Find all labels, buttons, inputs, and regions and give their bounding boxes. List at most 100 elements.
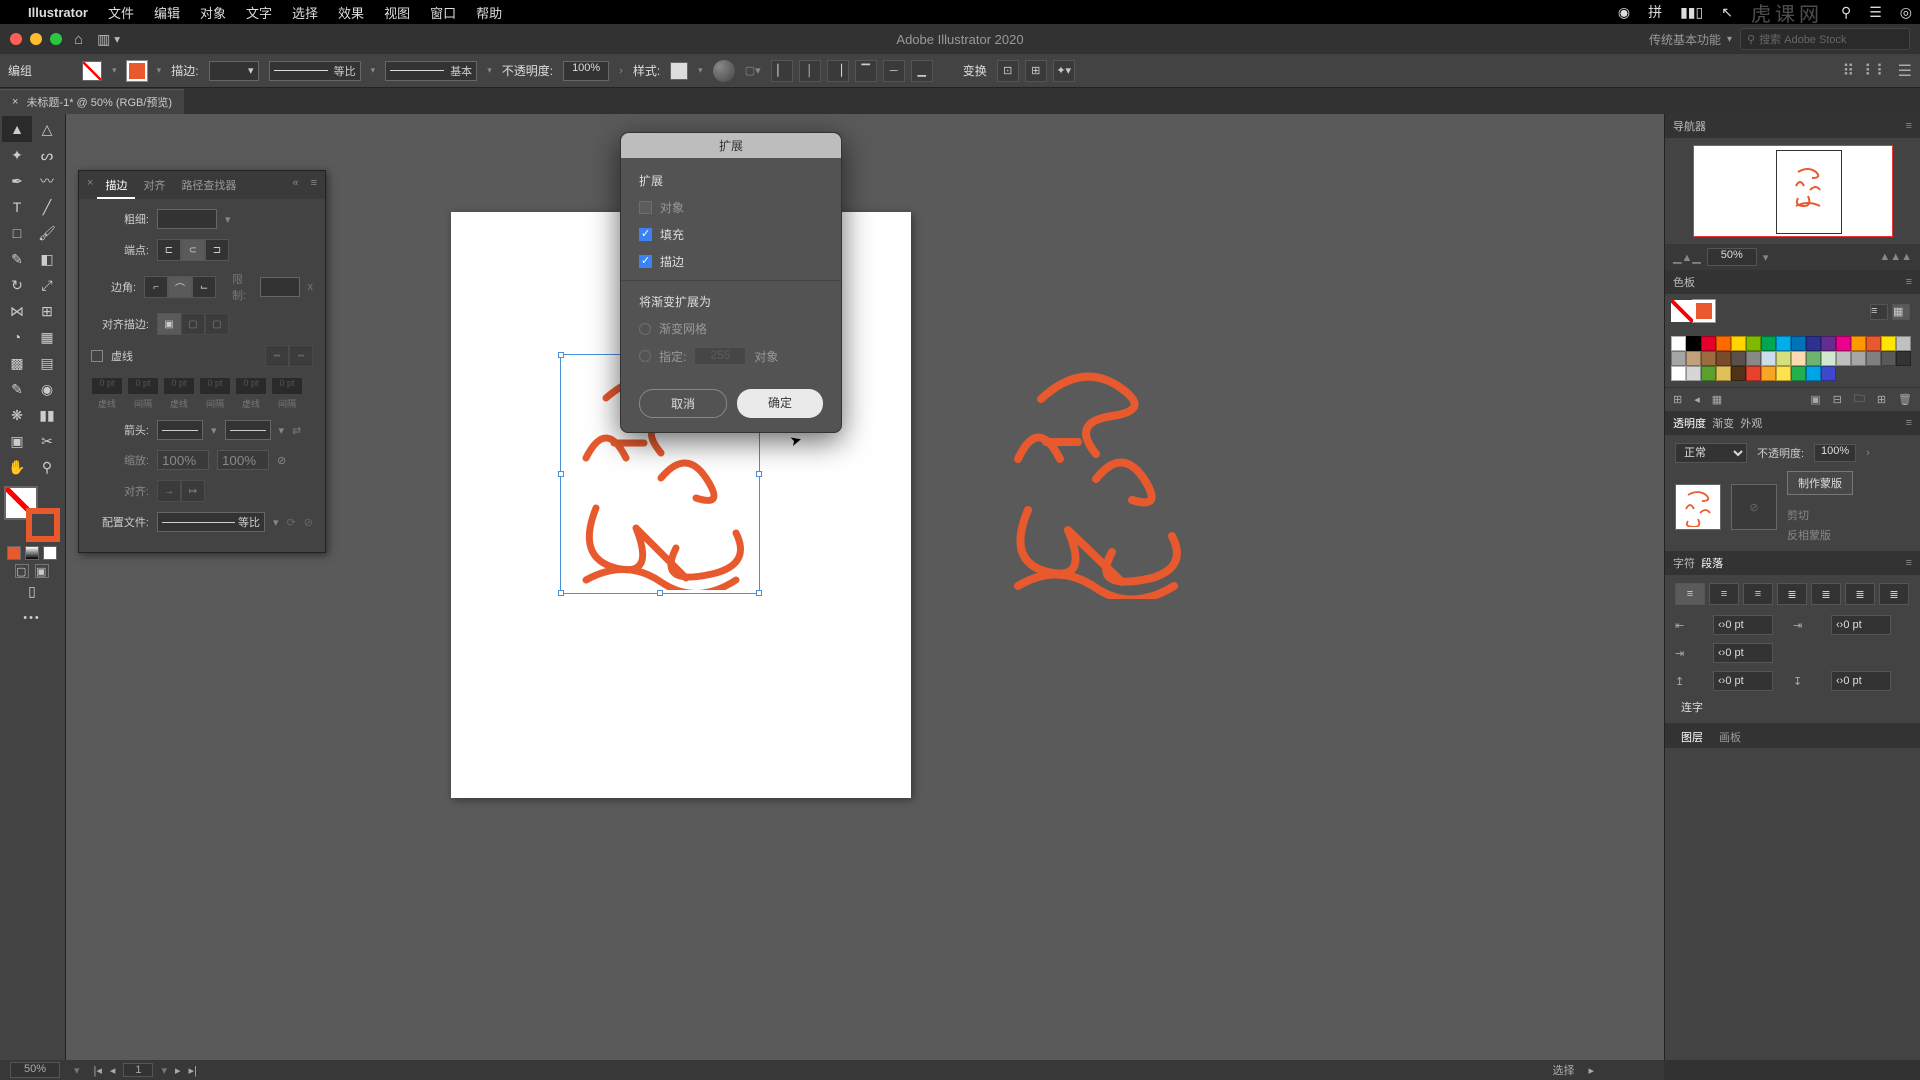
eyedropper-tool[interactable]: ✎ bbox=[2, 376, 32, 402]
stroke-weight-field[interactable] bbox=[157, 209, 217, 229]
recolor-artwork-icon[interactable] bbox=[713, 60, 735, 82]
handle[interactable] bbox=[558, 352, 564, 358]
selection-tool[interactable]: ▲ bbox=[2, 116, 32, 142]
dashed-line-checkbox[interactable] bbox=[91, 350, 103, 362]
lasso-tool[interactable]: ᔕ bbox=[32, 142, 62, 168]
swatch[interactable] bbox=[1791, 351, 1806, 366]
tab-transparency[interactable]: 透明度 bbox=[1673, 415, 1706, 431]
menu-object[interactable]: 对象 bbox=[200, 3, 226, 22]
curvature-tool[interactable]: 〰 bbox=[32, 168, 62, 194]
search-stock[interactable]: ⚲ 搜索 Adobe Stock bbox=[1740, 28, 1910, 50]
align-stroke-outside[interactable]: ▢ bbox=[205, 313, 229, 335]
swatch[interactable] bbox=[1821, 336, 1836, 351]
gradient-mode[interactable] bbox=[25, 546, 39, 560]
screen-mode-normal[interactable]: ▢ bbox=[15, 564, 29, 578]
panel-collapse-icon[interactable]: « bbox=[284, 173, 306, 199]
swatch[interactable] bbox=[1776, 366, 1791, 381]
perspective-tool[interactable]: ▦ bbox=[32, 324, 62, 350]
handle[interactable] bbox=[657, 590, 663, 596]
swatch[interactable] bbox=[1686, 351, 1701, 366]
swatch[interactable] bbox=[1716, 351, 1731, 366]
dash-align[interactable]: ┉ bbox=[289, 345, 313, 367]
properties-icon[interactable]: ✦▾ bbox=[1053, 60, 1075, 82]
space-after-input[interactable]: ‹› 0 pt bbox=[1831, 671, 1891, 691]
list-view-icon[interactable]: ≡ bbox=[1870, 304, 1888, 320]
isolate-icon[interactable]: ⊡ bbox=[997, 60, 1019, 82]
profile-select[interactable]: 等比 bbox=[269, 61, 361, 81]
swatch[interactable] bbox=[1716, 366, 1731, 381]
align-left-btn[interactable]: ≡ bbox=[1675, 583, 1705, 605]
zoom-in-icon[interactable]: ▲▲▲ bbox=[1879, 251, 1912, 263]
new-swatch-folder-icon[interactable]: ⊟ bbox=[1833, 393, 1842, 406]
swatch[interactable] bbox=[1896, 336, 1911, 351]
handle[interactable] bbox=[558, 590, 564, 596]
tab-appearance[interactable]: 外观 bbox=[1740, 415, 1762, 431]
cap-square[interactable]: ⊐ bbox=[205, 239, 229, 261]
align-center-btn[interactable]: ≡ bbox=[1709, 583, 1739, 605]
swatch[interactable] bbox=[1866, 351, 1881, 366]
panel-menu-icon[interactable]: ☰ bbox=[1898, 61, 1912, 81]
width-tool[interactable]: ⋈ bbox=[2, 298, 32, 324]
tab-gradient[interactable]: 渐变 bbox=[1712, 415, 1734, 431]
swatch[interactable] bbox=[1806, 351, 1821, 366]
align-top[interactable]: ▔ bbox=[855, 60, 877, 82]
artboard-number[interactable]: 1 bbox=[123, 1063, 153, 1077]
app-menu[interactable]: Illustrator bbox=[28, 5, 88, 20]
right-indent-input[interactable]: ‹› 0 pt bbox=[1831, 615, 1891, 635]
swatch[interactable] bbox=[1686, 366, 1701, 381]
swatch-fill[interactable] bbox=[1671, 300, 1693, 322]
arrow-scale-1[interactable] bbox=[157, 450, 209, 470]
panel-menu-icon[interactable]: ≡ bbox=[1906, 120, 1912, 132]
tab-pathfinder[interactable]: 路径查找器 bbox=[173, 173, 244, 199]
swatch[interactable] bbox=[1731, 366, 1746, 381]
battery-icon[interactable]: ▮▮▯ bbox=[1680, 4, 1703, 21]
control-center-icon[interactable]: ☰ bbox=[1869, 4, 1882, 21]
menu-select[interactable]: 选择 bbox=[292, 3, 318, 22]
make-mask-button[interactable]: 制作蒙版 bbox=[1787, 471, 1853, 495]
screen-mode-full[interactable]: ▣ bbox=[35, 564, 49, 578]
flip-icon[interactable]: ⟳ bbox=[287, 516, 296, 529]
align-vcenter[interactable]: ─ bbox=[883, 60, 905, 82]
arrange-documents[interactable]: ▥ ▾ bbox=[97, 31, 120, 48]
swatch[interactable] bbox=[1731, 336, 1746, 351]
swatch[interactable] bbox=[1806, 336, 1821, 351]
left-indent-input[interactable]: ‹› 0 pt bbox=[1713, 615, 1773, 635]
swatch[interactable] bbox=[1671, 351, 1686, 366]
panel-close-icon[interactable]: × bbox=[83, 173, 97, 199]
blend-mode-select[interactable]: 正常 bbox=[1675, 443, 1747, 463]
blend-tool[interactable]: ◉ bbox=[32, 376, 62, 402]
swatch[interactable] bbox=[1851, 336, 1866, 351]
zoom-value[interactable]: 50% bbox=[1707, 248, 1757, 266]
swatch[interactable] bbox=[1806, 366, 1821, 381]
next-artboard-icon[interactable]: ▸ bbox=[175, 1064, 181, 1077]
shape-builder-tool[interactable]: ◔ bbox=[2, 324, 32, 350]
shaper-tool[interactable]: ✎ bbox=[2, 246, 32, 272]
swatch-stroke[interactable] bbox=[1693, 300, 1715, 322]
transform-label[interactable]: 变换 bbox=[963, 62, 987, 79]
stroke-weight-input[interactable]: ▾ bbox=[209, 61, 259, 81]
handle[interactable] bbox=[558, 471, 564, 477]
edit-toolbar[interactable]: ▯ bbox=[2, 578, 62, 604]
hand-tool[interactable]: ✋ bbox=[2, 454, 32, 480]
join-miter[interactable]: ⌐ bbox=[144, 276, 168, 298]
first-artboard-icon[interactable]: |◂ bbox=[94, 1064, 102, 1077]
paintbrush-tool[interactable]: 🖌 bbox=[32, 220, 62, 246]
swatch[interactable] bbox=[1881, 336, 1896, 351]
fill-stroke-indicator[interactable] bbox=[2, 484, 62, 544]
brush-select[interactable]: 基本 bbox=[385, 61, 477, 81]
align-left[interactable]: ▏ bbox=[771, 60, 793, 82]
swatch[interactable] bbox=[1746, 351, 1761, 366]
navigator[interactable] bbox=[1665, 138, 1920, 244]
line-tool[interactable]: ╱ bbox=[32, 194, 62, 220]
tab-stroke[interactable]: 描边 bbox=[97, 173, 135, 199]
swatch[interactable] bbox=[1776, 351, 1791, 366]
tab-align[interactable]: 对齐 bbox=[135, 173, 173, 199]
join-round[interactable]: ⌒ bbox=[168, 276, 192, 298]
swatch-kind-icon[interactable]: ◂ bbox=[1694, 393, 1700, 406]
flip-icon-2[interactable]: ⊘ bbox=[304, 516, 313, 529]
obs-icon[interactable]: ◉ bbox=[1618, 4, 1630, 21]
swap-arrows-icon[interactable]: ⇄ bbox=[292, 424, 301, 437]
swatch[interactable] bbox=[1851, 351, 1866, 366]
home-icon[interactable]: ⌂ bbox=[74, 31, 83, 48]
justify-all-btn[interactable]: ≣ bbox=[1879, 583, 1909, 605]
